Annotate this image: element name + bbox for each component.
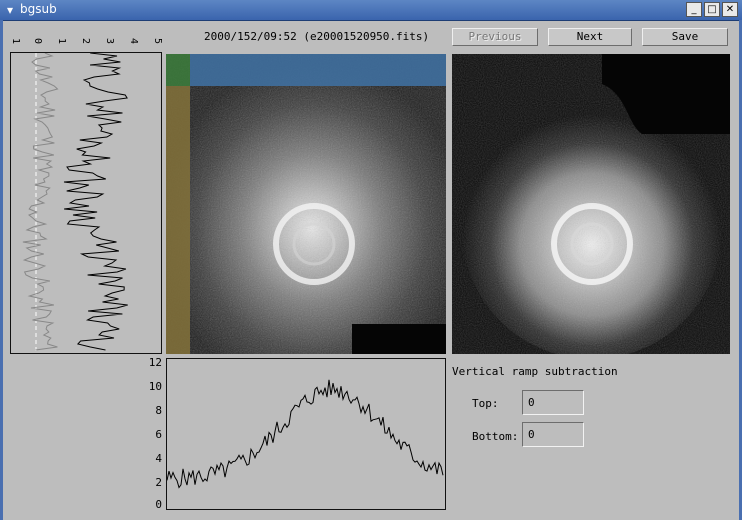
window-menu-icon[interactable]: ▾	[2, 2, 18, 18]
tick-label: 1	[10, 38, 21, 44]
bottom-input[interactable]: 0	[522, 422, 584, 447]
tick-label: 2	[80, 38, 91, 44]
window-title: bgsub	[20, 2, 57, 16]
title-bar: ▾ bgsub _ □ ✕	[0, 0, 742, 21]
maximize-button[interactable]: □	[704, 2, 720, 17]
raw-image[interactable]	[166, 54, 446, 354]
tick-label: 12	[148, 356, 162, 369]
tick-label: 8	[155, 404, 162, 417]
profile-series	[166, 379, 444, 489]
tick-label: 6	[155, 428, 162, 441]
tick-label: 0	[32, 38, 43, 44]
top-label: Top:	[472, 397, 499, 410]
previous-button[interactable]: Previous	[452, 28, 538, 46]
profile-series-gray	[22, 52, 59, 351]
processed-image[interactable]	[452, 54, 730, 359]
tick-label: 5	[152, 38, 162, 44]
left-plot-ticks: 1 0 1 2 3 4 5	[10, 38, 162, 44]
tick-label: 0	[155, 498, 162, 511]
tick-label: 4	[128, 38, 139, 44]
ramp-heading: Vertical ramp subtraction	[452, 365, 618, 378]
tick-label: 10	[148, 380, 162, 393]
bottom-plot-ticks: 12 10 8 6 4 2 0	[144, 356, 164, 512]
top-input[interactable]: 0	[522, 390, 584, 415]
tick-label: 1	[56, 38, 67, 44]
profile-series-black	[63, 52, 128, 351]
tick-label: 4	[155, 452, 162, 465]
minimize-button[interactable]: _	[686, 2, 702, 17]
save-button[interactable]: Save	[642, 28, 728, 46]
next-button[interactable]: Next	[548, 28, 632, 46]
tick-label: 2	[155, 476, 162, 489]
bottom-label: Bottom:	[472, 430, 519, 443]
tick-label: 3	[104, 38, 115, 44]
close-button[interactable]: ✕	[722, 2, 738, 17]
file-label: 2000/152/09:52 (e20001520950.fits)	[204, 30, 430, 43]
vertical-profile-plot: 1	[10, 47, 162, 354]
horizontal-profile-plot	[166, 358, 446, 510]
